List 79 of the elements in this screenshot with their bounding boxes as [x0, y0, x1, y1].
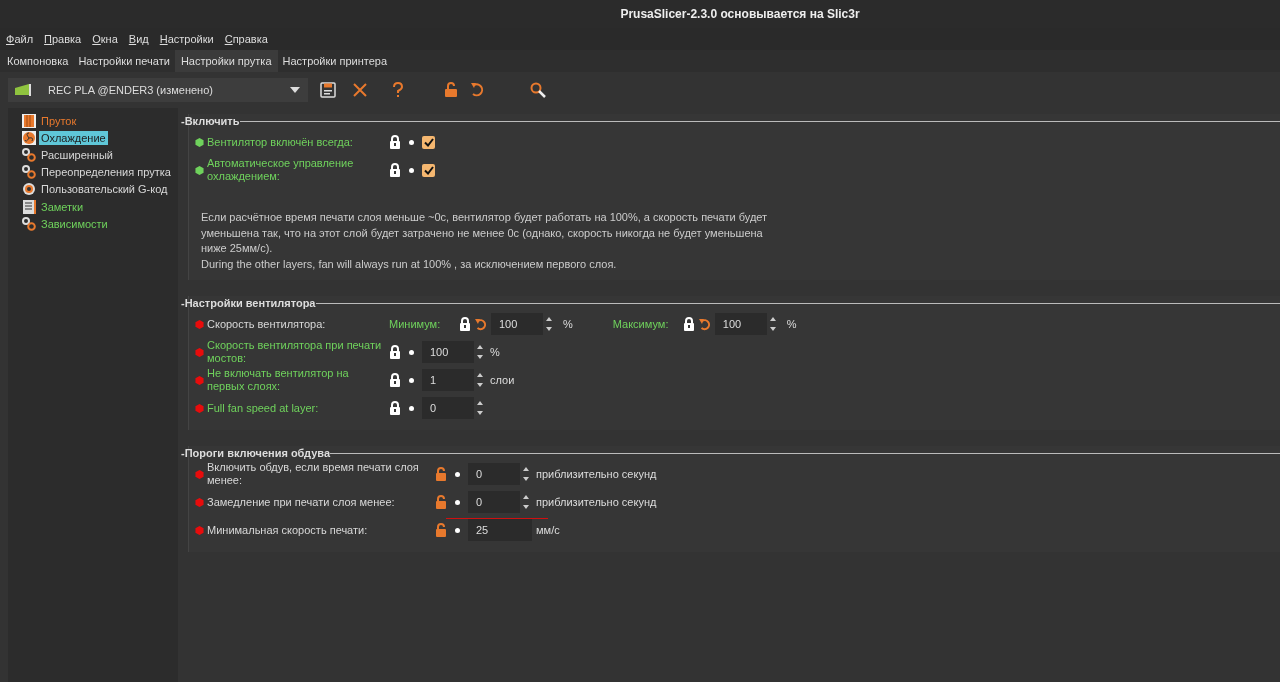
- number-field[interactable]: 1: [422, 369, 474, 391]
- sidebar-item[interactable]: Зависимости: [39, 216, 110, 231]
- checkbox[interactable]: [422, 163, 435, 177]
- padlock-icon[interactable]: [389, 163, 401, 177]
- number-field[interactable]: 100: [491, 313, 543, 335]
- number-field[interactable]: 25: [468, 519, 532, 541]
- padlock-icon[interactable]: [389, 345, 401, 359]
- option-label: Не включать вентилятор на первых слоях:: [207, 367, 350, 393]
- search-icon[interactable]: [530, 82, 546, 98]
- number-field[interactable]: 100: [714, 313, 767, 335]
- option-label: Замедление при печати слоя менее:: [207, 495, 396, 509]
- tab[interactable]: Настройки печати: [73, 50, 175, 72]
- sidebar-item[interactable]: Заметки: [39, 199, 86, 214]
- checkbox[interactable]: [422, 135, 435, 149]
- notes-icon: [22, 199, 36, 214]
- unit-label: %: [786, 318, 797, 330]
- padlock-icon[interactable]: [389, 401, 401, 415]
- option-label: Вентилятор включён всегда:: [207, 135, 354, 149]
- close-icon[interactable]: [352, 82, 368, 98]
- gears-icon: [22, 165, 36, 180]
- tab[interactable]: Настройки принтера: [277, 50, 393, 72]
- menu-item[interactable]: Файл: [6, 33, 45, 45]
- preset-dropdown[interactable]: REC PLA @ENDER3 (изменено): [8, 78, 308, 102]
- unit-label: %: [563, 318, 573, 330]
- gear-icon: [22, 182, 36, 197]
- field-label: Максимум:: [612, 318, 670, 330]
- sidebar-item[interactable]: Пользовательский G-код: [39, 182, 170, 197]
- section-title: -Пороги включения обдува: [181, 447, 331, 459]
- menu-item[interactable]: Справка: [224, 33, 279, 45]
- menu-item[interactable]: Правка: [44, 33, 93, 45]
- section-title: -Включить: [181, 115, 240, 127]
- menu-item[interactable]: Вид: [128, 33, 160, 45]
- unlocked-padlock-icon[interactable]: [435, 467, 447, 481]
- option-label: Минимальная скорость печати:: [207, 523, 369, 537]
- number-field[interactable]: 0: [422, 397, 474, 419]
- unit-label: слои: [490, 374, 515, 386]
- unit-label: приблизительно секунд: [536, 496, 657, 508]
- unlocked-padlock-icon[interactable]: [435, 523, 447, 537]
- unlocked-padlock-icon[interactable]: [435, 495, 447, 509]
- menu-item[interactable]: Окна: [92, 33, 129, 45]
- undo-icon[interactable]: [470, 82, 484, 98]
- undo-icon[interactable]: [698, 317, 711, 331]
- option-label: Скорость вентилятора:: [207, 317, 327, 331]
- fan-icon: [22, 130, 36, 145]
- tab[interactable]: Компоновка: [2, 50, 74, 72]
- window-title: PrusaSlicer-2.3.0 основывается на Slic3r: [620, 7, 860, 21]
- undo-icon[interactable]: [475, 317, 487, 331]
- caret-icon: [290, 87, 300, 93]
- sidebar-item[interactable]: Расширенный: [39, 147, 115, 162]
- padlock-icon[interactable]: [389, 373, 401, 387]
- description-text: Если расчётное время печати слоя меньше ~0с, вентилятор будет работать на 100%, а скорость печати будет уменьшена так, что на этот слой будет затрачено не менее 0с (однако, скорость никогда не будет уменьшена ниже 25мм/с).: [201, 210, 769, 256]
- save-icon[interactable]: [320, 82, 336, 98]
- padlock-icon[interactable]: [389, 135, 401, 149]
- help-icon[interactable]: [392, 82, 404, 98]
- number-field[interactable]: 0: [468, 491, 520, 513]
- tab[interactable]: Настройки прутка: [174, 50, 278, 72]
- sidebar-item[interactable]: Охлаждение: [39, 130, 108, 145]
- menu-item[interactable]: Настройки: [159, 33, 225, 45]
- option-label: Включить обдув, если время печати слоя менее:: [207, 461, 420, 487]
- unlocked-padlock-icon[interactable]: [444, 82, 458, 98]
- section-title: -Настройки вентилятора: [181, 297, 316, 309]
- option-label: Автоматическое управление охлаждением:: [207, 157, 355, 183]
- padlock-icon[interactable]: [682, 317, 695, 331]
- padlock-icon[interactable]: [459, 317, 471, 331]
- description-text: During the other layers, fan will always run at 100% , за исключением первого слоя.: [201, 256, 618, 272]
- number-field[interactable]: 100: [422, 341, 474, 363]
- option-label: Full fan speed at layer:: [207, 401, 320, 415]
- unit-label: %: [490, 346, 500, 358]
- number-field[interactable]: 0: [468, 463, 520, 485]
- spool-icon: [22, 113, 36, 128]
- unit-label: приблизительно секунд: [536, 468, 657, 480]
- sidebar-item[interactable]: Переопределения прутка: [39, 165, 173, 180]
- option-label: Скорость вентилятора при печати мостов:: [207, 339, 383, 365]
- sidebar-item[interactable]: Пруток: [39, 113, 79, 128]
- field-label: Минимум:: [389, 318, 442, 330]
- gears-icon: [22, 147, 36, 162]
- gears-icon: [22, 216, 36, 231]
- flag-icon: [14, 83, 34, 97]
- unit-label: мм/с: [536, 524, 560, 536]
